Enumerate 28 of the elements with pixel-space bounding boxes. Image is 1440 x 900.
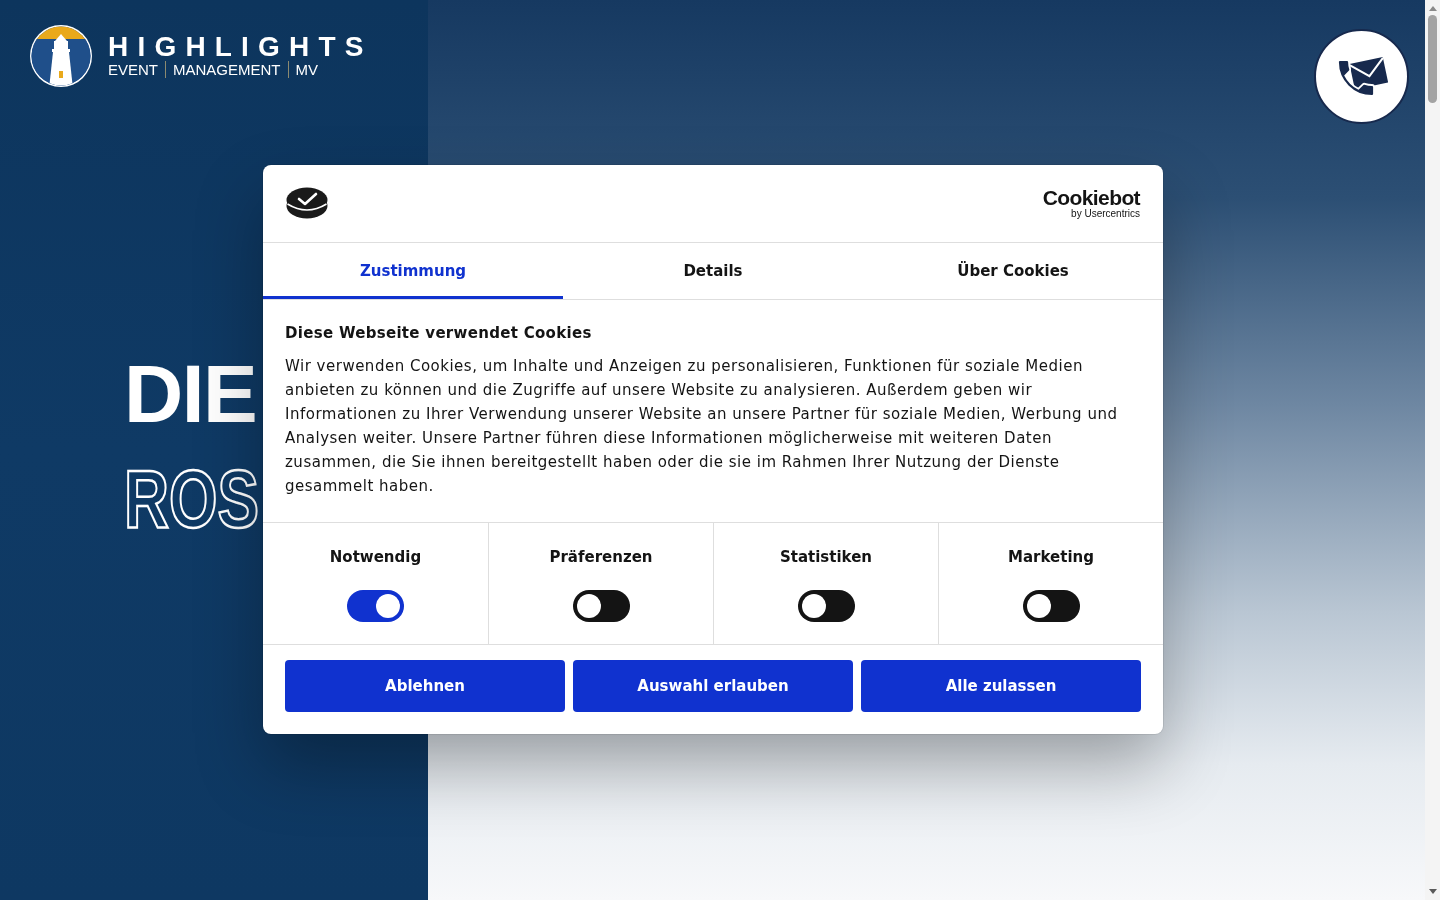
arrow-up-icon[interactable] [1428, 6, 1437, 11]
tab[interactable]: Details [563, 243, 863, 299]
brand-byline: by Usercentrics [1071, 207, 1140, 219]
consent-button[interactable]: Alle zulassen [861, 660, 1141, 712]
dialog-title: Diese Webseite verwendet Cookies [285, 323, 593, 344]
heading-line: ROS [124, 452, 260, 545]
arrow-down-icon[interactable] [1428, 889, 1437, 894]
toggle-switch[interactable] [572, 590, 630, 622]
tab[interactable]: Über Cookies [863, 243, 1163, 299]
lighthouse-logo-icon [28, 23, 94, 89]
logo-wordmark: HIGHLIGHTS [108, 32, 373, 60]
category-label: Präferenzen [549, 547, 653, 567]
brand-name: Cookiebot [1042, 186, 1140, 208]
heading-line: DIE [124, 347, 257, 440]
category-label: Notwendig [329, 547, 422, 567]
toggle-switch[interactable] [797, 590, 855, 622]
consent-button[interactable]: Auswahl erlauben [573, 660, 853, 712]
toggle-switch[interactable] [347, 590, 404, 622]
dialog-text: Wir verwenden Cookies, um Inhalte und Anzeigen zu personalisieren, Funktionen für soziale Medien anbieten zu können und die Zugriffe auf unsere Website zu analysieren. Außerdem geben wir Informationen zu Ihrer Verwendung unserer Website an unsere Partner für soziale Medien, Werbung und Analysen weiter. Unsere Partner führen diese Informationen möglicherweise mit weiteren Daten zusammen, die Sie ihnen bereitgestellt haben oder die sie im Rahmen Ihrer Nutzung der Dienste gesammelt haben. [285, 356, 1119, 497]
toggle-switch[interactable] [1022, 590, 1080, 622]
check-disc-icon [286, 186, 328, 219]
scrollbar-thumb[interactable] [1428, 15, 1437, 103]
consent-button[interactable]: Ablehnen [285, 660, 565, 712]
scrollbar[interactable] [1425, 0, 1440, 900]
category-label: Statistiken [779, 547, 873, 567]
tab[interactable]: Zustimmung [263, 243, 563, 299]
logo-tagline: EVENT MANAGEMENT MV [108, 60, 319, 78]
category-label: Marketing [1008, 547, 1094, 567]
